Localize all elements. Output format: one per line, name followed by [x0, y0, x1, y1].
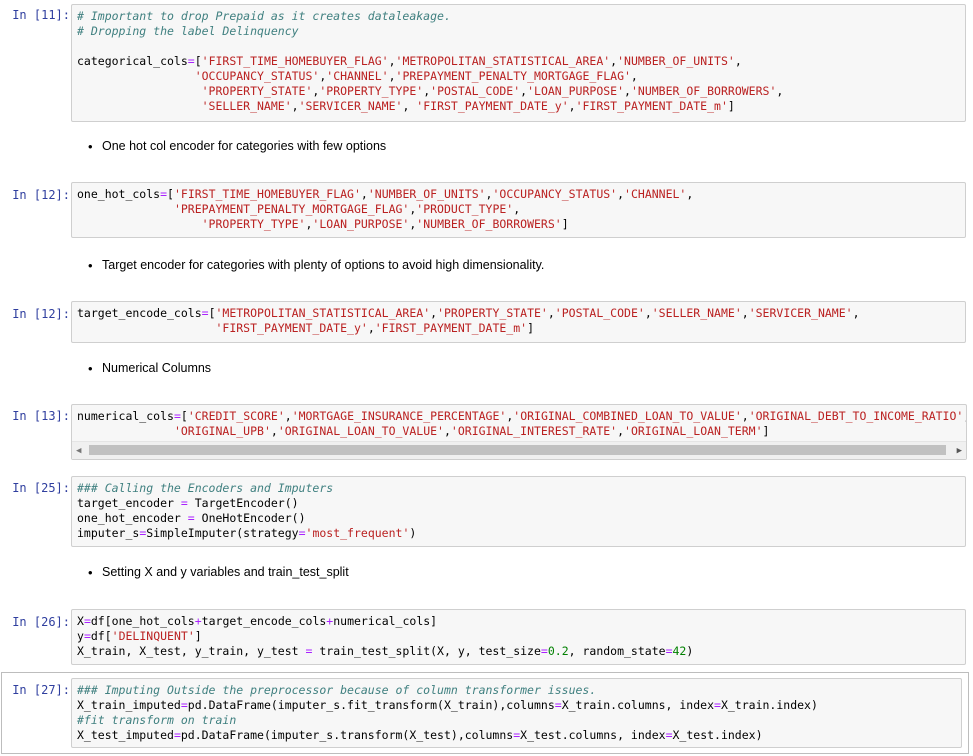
cell-prompt: In [12]: — [12, 307, 70, 321]
markdown-bullet: One hot col encoder for categories with … — [88, 139, 386, 154]
cell-prompt: In [11]: — [12, 8, 70, 22]
code-editor[interactable]: one_hot_cols=['FIRST_TIME_HOMEBUYER_FLAG… — [71, 182, 966, 238]
code-editor[interactable]: ### Calling the Encoders and Imputers ta… — [71, 476, 966, 547]
markdown-bullet: Setting X and y variables and train_test… — [88, 565, 349, 580]
cell-prompt: In [26]: — [12, 615, 70, 629]
cell-prompt: In [27]: — [12, 683, 70, 697]
code-text[interactable]: numerical_cols=['CREDIT_SCORE','MORTGAGE… — [77, 409, 966, 439]
code-editor[interactable]: ### Imputing Outside the preprocessor be… — [71, 678, 962, 748]
cell-prompt: In [25]: — [12, 481, 70, 495]
code-text[interactable]: ### Calling the Encoders and Imputers ta… — [77, 481, 416, 541]
scrollbar-thumb[interactable] — [89, 445, 946, 455]
horizontal-scrollbar[interactable]: ◀ ▶ — [72, 441, 966, 459]
scroll-right-icon[interactable]: ▶ — [957, 446, 962, 456]
code-text[interactable]: ### Imputing Outside the preprocessor be… — [77, 683, 818, 743]
code-text[interactable]: # Important to drop Prepaid as it create… — [77, 9, 783, 114]
markdown-bullet: Numerical Columns — [88, 361, 211, 376]
markdown-bullet: Target encoder for categories with plent… — [88, 258, 544, 273]
cell-prompt: In [13]: — [12, 409, 70, 423]
code-text[interactable]: one_hot_cols=['FIRST_TIME_HOMEBUYER_FLAG… — [77, 187, 693, 232]
code-editor[interactable]: X=df[one_hot_cols+target_encode_cols+num… — [71, 609, 966, 665]
code-text[interactable]: X=df[one_hot_cols+target_encode_cols+num… — [77, 614, 693, 659]
code-editor[interactable]: target_encode_cols=['METROPOLITAN_STATIS… — [71, 301, 966, 343]
code-editor[interactable]: # Important to drop Prepaid as it create… — [71, 4, 966, 122]
cell-prompt: In [12]: — [12, 188, 70, 202]
code-text[interactable]: target_encode_cols=['METROPOLITAN_STATIS… — [77, 306, 860, 336]
scroll-left-icon[interactable]: ◀ — [76, 446, 81, 456]
